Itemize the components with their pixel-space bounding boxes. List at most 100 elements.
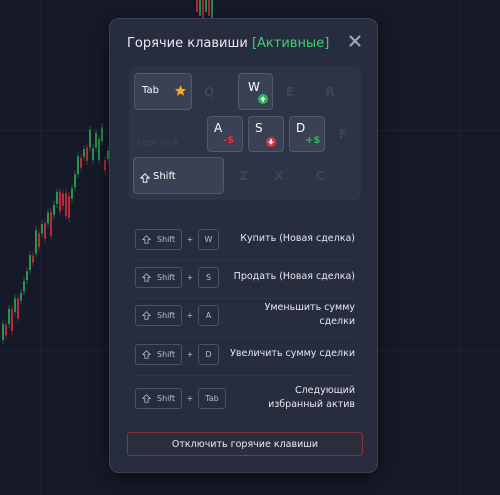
key-x: X: [274, 168, 284, 183]
key-q: Q: [203, 84, 215, 99]
plus-sign: +: [186, 349, 194, 359]
shortcut-label: Следующий избранный актив: [268, 385, 355, 410]
plus-sign: +: [186, 234, 194, 244]
shortcut-combo: Shift + S: [135, 266, 227, 288]
shortcut-decrease: Shift + A Уменьшить сумму сделки: [135, 302, 355, 327]
keycap-label: Shift: [157, 393, 176, 403]
candle-body: [95, 132, 97, 148]
candle-body: [5, 324, 7, 336]
hotkeys-status: [Активные]: [251, 36, 330, 51]
key-shift: Shift: [133, 157, 224, 194]
keycap-label: Shift: [157, 234, 176, 244]
divider: [135, 375, 355, 376]
keycap-label: Shift: [157, 272, 176, 282]
modal-title: Горячие клавиши [Активные]: [127, 36, 329, 51]
candle-body: [47, 212, 49, 224]
buy-arrow-icon: [258, 94, 268, 104]
shortcut-label: Увеличить сумму сделки: [230, 348, 355, 359]
candle-body: [50, 211, 52, 236]
shift-arrow-icon: [142, 272, 151, 282]
keycap-label: Shift: [157, 310, 176, 320]
key-w-label: W: [248, 80, 260, 94]
shortcut-combo: Shift + W: [135, 228, 227, 250]
candle-body: [11, 309, 13, 332]
shortcut-label: Уменьшить сумму сделки: [264, 302, 355, 327]
shortcut-label: Продать (Новая сделка): [233, 271, 355, 282]
key-a: A -$: [207, 116, 243, 152]
shortcut-combo: Shift + A: [135, 304, 227, 326]
candle-body: [53, 204, 55, 216]
candle-body: [38, 233, 40, 248]
candle-body: [89, 129, 91, 148]
key-caps-lock: caps lock: [137, 138, 179, 148]
shortcut-combo: Shift + Tab: [135, 387, 227, 409]
key-e: E: [285, 84, 295, 99]
decrease-amount-badge: -$: [223, 135, 235, 146]
candle-body: [86, 147, 88, 161]
increase-amount-badge: +$: [305, 135, 321, 146]
key-s: S: [248, 116, 284, 152]
plus-sign: +: [186, 310, 194, 320]
keyboard-illustration: Tab Q W E R caps lock A -$ S D +$ F Shif…: [129, 66, 361, 200]
keycap-label: Shift: [157, 349, 176, 359]
shortcut-increase: Shift + D Увеличить сумму сделки: [135, 343, 355, 365]
shortcut-next-asset: Shift + Tab Следующий избранный актив: [135, 383, 355, 413]
candle-body: [98, 138, 100, 160]
key-tab: Tab: [134, 73, 192, 110]
shortcut-buy: Shift + W Купить (Новая сделка): [135, 228, 355, 250]
hotkeys-modal: Горячие клавиши [Активные] Tab Q W E R c…: [109, 18, 378, 473]
key-r: R: [325, 84, 335, 99]
tab-keycap: Tab: [198, 387, 226, 409]
candle-body: [56, 191, 58, 204]
candle-body: [199, 0, 201, 16]
close-icon: [349, 35, 361, 47]
shortcut-label: Купить (Новая сделка): [240, 233, 355, 244]
candle-body: [101, 127, 103, 142]
disable-hotkeys-button[interactable]: Отключить горячие клавиши: [127, 432, 363, 456]
candle-body: [71, 188, 73, 199]
shift-arrow-icon: [142, 310, 151, 320]
key-shift-label: Shift: [153, 171, 176, 182]
plus-sign: +: [186, 393, 194, 403]
candle-body: [59, 191, 61, 212]
d-keycap: D: [198, 343, 219, 365]
candle-body: [104, 160, 106, 171]
star-icon: [174, 85, 187, 96]
shift-arrow-icon: [142, 234, 151, 244]
candle-body: [92, 148, 94, 160]
shortcut-combo: Shift + D: [135, 343, 227, 365]
candle-body: [211, 0, 213, 20]
candle-body: [62, 193, 64, 206]
candle-body: [208, 0, 210, 16]
candle-body: [205, 0, 207, 12]
divider: [135, 260, 355, 261]
key-tab-label: Tab: [142, 85, 159, 96]
s-keycap: S: [198, 266, 219, 288]
modal-title-text: Горячие клавиши: [127, 36, 248, 51]
divider: [135, 337, 355, 338]
key-d-label: D: [296, 121, 306, 135]
key-f: F: [338, 127, 348, 141]
w-keycap: W: [198, 228, 219, 250]
candle-body: [26, 271, 28, 281]
shift-keycap: Shift: [135, 387, 182, 409]
key-d: D +$: [289, 116, 325, 152]
candle-body: [196, 0, 198, 12]
candle-body: [8, 308, 10, 324]
shortcut-sell: Shift + S Продать (Новая сделка): [135, 266, 355, 288]
candle-body: [68, 195, 70, 218]
candle-body: [74, 174, 76, 188]
shift-keycap: Shift: [135, 304, 182, 326]
shift-arrow-icon: [142, 349, 151, 359]
candle-body: [83, 149, 85, 157]
candle-body: [17, 298, 19, 319]
candle-body: [20, 293, 22, 301]
candle-body: [44, 222, 46, 239]
close-button[interactable]: [347, 33, 363, 49]
plus-sign: +: [186, 272, 194, 282]
key-c: C: [315, 168, 325, 183]
candle-body: [2, 323, 4, 340]
shift-keycap: Shift: [135, 343, 182, 365]
candle-body: [23, 281, 25, 292]
divider: [135, 298, 355, 299]
